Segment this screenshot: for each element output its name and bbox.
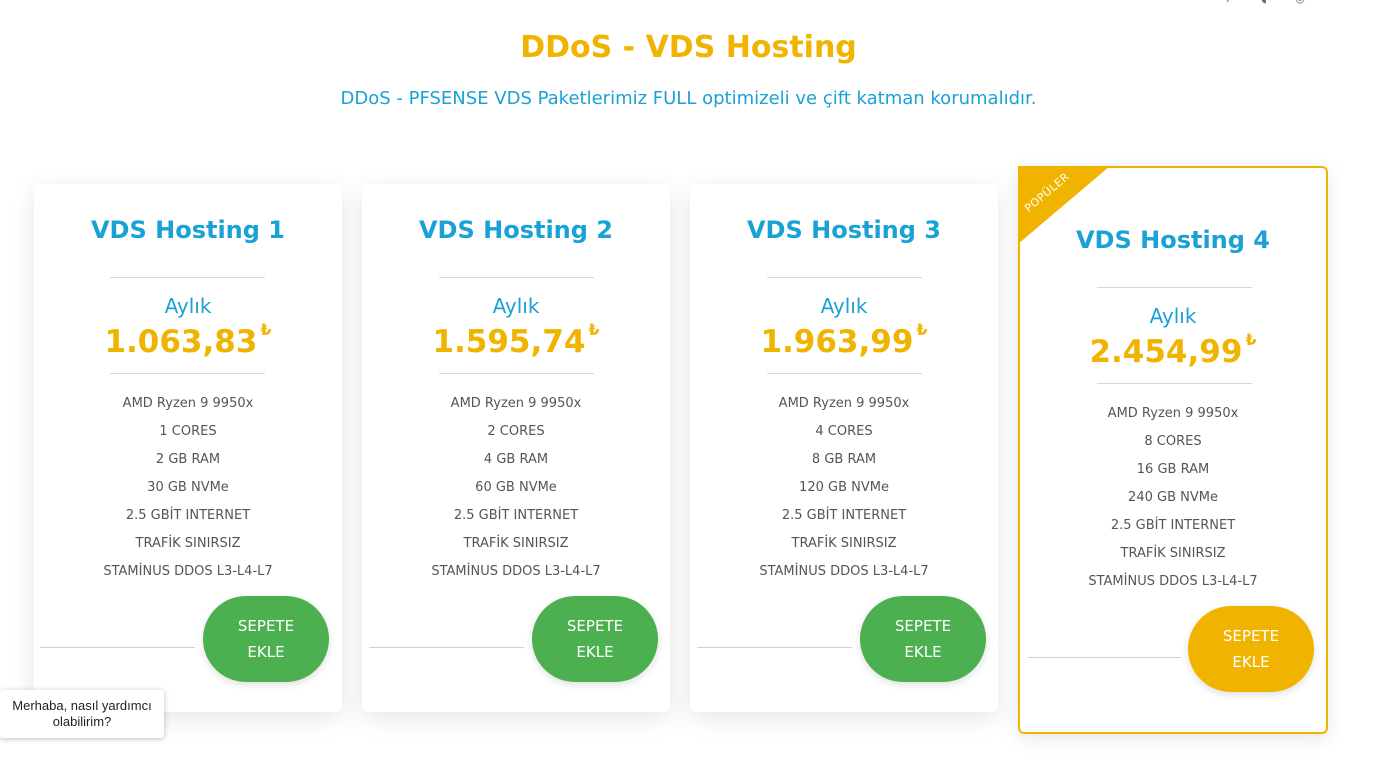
add-to-cart-button[interactable]: SEPETE EKLE [203, 596, 329, 682]
footer-divider [1028, 657, 1181, 658]
feature-item: 30 GB NVMe [147, 480, 229, 495]
feature-item: 2.5 GBİT INTERNET [1110, 518, 1236, 533]
pricing-card-4: POPÜLER VDS Hosting 4 Aylık 2.454,99 ₺ AM… [1018, 166, 1328, 734]
facebook-icon[interactable]: f [1223, 0, 1233, 4]
feature-item: 2.5 GBİT INTERNET [453, 508, 579, 523]
divider [1097, 287, 1252, 288]
grid-icon[interactable]: ⋯ [1331, 0, 1342, 4]
feature-list: AMD Ryzen 9 9950x 8 CORES 16 GB RAM 240 … [1020, 400, 1326, 596]
page-subtitle: DDoS - PFSENSE VDS Paketlerimiz FULL opt… [340, 88, 1037, 109]
feature-item: 120 GB NVMe [799, 480, 889, 495]
plan-price: 1.063,83 ₺ [34, 320, 342, 360]
chat-widget[interactable]: Merhaba, nasıl yardımcı olabilirim? [0, 690, 164, 738]
plan-price: 1.595,74 ₺ [362, 320, 670, 360]
add-to-cart-button[interactable]: SEPETE EKLE [532, 596, 658, 682]
feature-item: TRAFİK SINIRSIZ [1120, 546, 1226, 561]
billing-period: Aylık [492, 294, 540, 318]
pricing-card-1: VDS Hosting 1 Aylık 1.063,83 ₺ AMD Ryzen … [34, 184, 342, 712]
price-amount: 1.595,74 [432, 324, 586, 360]
feature-list: AMD Ryzen 9 9950x 1 CORES 2 GB RAM 30 GB… [34, 390, 342, 586]
lira-icon: ₺ [916, 320, 928, 339]
feature-item: 8 CORES [1144, 434, 1202, 449]
feature-item: AMD Ryzen 9 9950x [1107, 406, 1239, 421]
twitter-icon[interactable]: ◖ [1259, 0, 1269, 4]
social-icons: f ◖ ◎ ⋯ [1223, 0, 1342, 4]
feature-item: 16 GB RAM [1136, 462, 1210, 477]
feature-item: AMD Ryzen 9 9950x [450, 396, 582, 411]
plan-price: 2.454,99 ₺ [1020, 330, 1326, 370]
feature-item: 1 CORES [159, 424, 217, 439]
page-title: DDoS - VDS Hosting [520, 30, 857, 65]
feature-item: 8 GB RAM [811, 452, 877, 467]
feature-item: AMD Ryzen 9 9950x [778, 396, 910, 411]
feature-item: 2 CORES [487, 424, 545, 439]
divider [110, 373, 265, 374]
feature-item: 4 CORES [815, 424, 873, 439]
pricing-card-3: VDS Hosting 3 Aylık 1.963,99 ₺ AMD Ryzen … [690, 184, 998, 712]
lira-icon: ₺ [260, 320, 272, 339]
lira-icon: ₺ [588, 320, 600, 339]
divider [439, 373, 594, 374]
footer-divider [697, 647, 852, 648]
price-amount: 2.454,99 [1089, 334, 1243, 370]
plan-name: VDS Hosting 1 [90, 216, 285, 244]
footer-divider [40, 647, 195, 648]
billing-period: Aylık [820, 294, 868, 318]
lira-icon: ₺ [1245, 330, 1257, 349]
instagram-icon[interactable]: ◎ [1295, 0, 1305, 4]
feature-item: TRAFİK SINIRSIZ [463, 536, 569, 551]
feature-item: STAMİNUS DDOS L3-L4-L7 [103, 564, 273, 579]
feature-item: 2.5 GBİT INTERNET [781, 508, 907, 523]
billing-period: Aylık [164, 294, 212, 318]
feature-item: 240 GB NVMe [1128, 490, 1218, 505]
feature-item: STAMİNUS DDOS L3-L4-L7 [1088, 574, 1258, 589]
feature-list: AMD Ryzen 9 9950x 2 CORES 4 GB RAM 60 GB… [362, 390, 670, 586]
billing-period: Aylık [1149, 304, 1197, 328]
plan-name: VDS Hosting 4 [1075, 226, 1270, 254]
divider [1097, 383, 1252, 384]
add-to-cart-button[interactable]: SEPETE EKLE [860, 596, 986, 682]
divider [767, 277, 922, 278]
add-to-cart-button[interactable]: SEPETE EKLE [1188, 606, 1314, 692]
footer-divider [369, 647, 524, 648]
feature-item: 4 GB RAM [483, 452, 549, 467]
plan-name: VDS Hosting 3 [746, 216, 941, 244]
feature-item: TRAFİK SINIRSIZ [791, 536, 897, 551]
plan-name: VDS Hosting 2 [418, 216, 613, 244]
price-amount: 1.063,83 [104, 324, 258, 360]
feature-item: TRAFİK SINIRSIZ [135, 536, 241, 551]
price-amount: 1.963,99 [760, 324, 914, 360]
pricing-card-2: VDS Hosting 2 Aylık 1.595,74 ₺ AMD Ryzen … [362, 184, 670, 712]
plan-price: 1.963,99 ₺ [690, 320, 998, 360]
feature-list: AMD Ryzen 9 9950x 4 CORES 8 GB RAM 120 G… [690, 390, 998, 586]
divider [767, 373, 922, 374]
feature-item: 2 GB RAM [155, 452, 221, 467]
feature-item: 2.5 GBİT INTERNET [125, 508, 251, 523]
feature-item: STAMİNUS DDOS L3-L4-L7 [431, 564, 601, 579]
feature-item: 60 GB NVMe [475, 480, 557, 495]
feature-item: STAMİNUS DDOS L3-L4-L7 [759, 564, 929, 579]
divider [110, 277, 265, 278]
feature-item: AMD Ryzen 9 9950x [122, 396, 254, 411]
divider [439, 277, 594, 278]
